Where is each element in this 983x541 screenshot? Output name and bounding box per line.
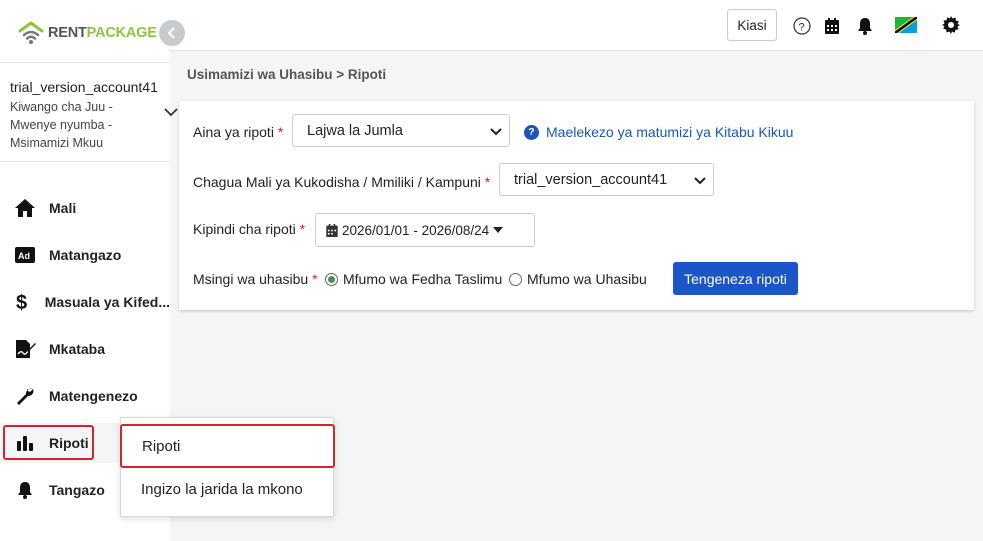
settings-gear-icon[interactable] bbox=[942, 16, 960, 34]
basis-label: Msingi wa uhasibu * bbox=[193, 271, 318, 287]
account-name: trial_version_account41 bbox=[10, 79, 158, 95]
sidebar-item-label: Mkataba bbox=[49, 341, 106, 357]
sidebar-item-label: Masuala ya Kifed... bbox=[44, 294, 170, 310]
sidebar-item-label: Tangazo bbox=[49, 482, 105, 498]
dollar-icon: $ bbox=[14, 291, 32, 313]
radio-selected-icon bbox=[325, 272, 338, 286]
sidebar-item-matengenezo[interactable]: Matengenezo bbox=[0, 376, 170, 416]
sidebar-item-matangazo[interactable]: Ad Matangazo bbox=[0, 235, 170, 275]
svg-text:Ad: Ad bbox=[18, 251, 30, 261]
basis-cash-radio[interactable]: Mfumo wa Fedha Taslimu bbox=[325, 271, 502, 287]
sidebar-item-masuala-ya-kifedha[interactable]: $ Masuala ya Kifed... bbox=[0, 282, 170, 322]
submenu-item-ripoti[interactable]: Ripoti bbox=[120, 424, 335, 468]
sidebar-item-label: Mali bbox=[49, 200, 77, 216]
notification-bell-icon[interactable] bbox=[856, 17, 874, 35]
breadcrumb: Usimamizi wa Uhasibu > Ripoti bbox=[187, 67, 387, 82]
report-form-card: Aina ya ripoti * Lajwa la Jumla ? Maelek… bbox=[179, 101, 974, 310]
contract-icon bbox=[14, 338, 36, 360]
chevron-left-icon bbox=[167, 27, 175, 39]
wifi-house-icon bbox=[18, 21, 44, 44]
calendar-icon[interactable] bbox=[823, 17, 841, 35]
chevron-down-icon bbox=[694, 177, 706, 185]
home-icon bbox=[14, 197, 36, 219]
generate-report-button[interactable]: Tengeneza ripoti bbox=[673, 262, 798, 295]
sidebar-item-mali[interactable]: Mali bbox=[0, 188, 170, 228]
question-circle-icon: ? bbox=[524, 124, 539, 140]
help-link[interactable]: ? Maelekezo ya matumizi ya Kitabu Kikuu bbox=[524, 124, 793, 140]
sidebar-item-label: Matangazo bbox=[49, 247, 122, 263]
bell-icon bbox=[14, 479, 36, 501]
ripoti-submenu: Ripoti Ingizo la jarida la mkono bbox=[120, 417, 335, 517]
submenu-item-manual-journal[interactable]: Ingizo la jarida la mkono bbox=[121, 468, 335, 510]
radio-unselected-icon bbox=[509, 272, 522, 286]
svg-text:?: ? bbox=[799, 22, 805, 34]
chevron-down-icon bbox=[490, 128, 502, 136]
kiasi-button[interactable]: Kiasi bbox=[727, 9, 777, 41]
top-bar: Kiasi ? bbox=[170, 0, 983, 51]
logo-rent: RENT bbox=[48, 25, 87, 41]
caret-down-icon bbox=[493, 227, 504, 233]
date-range-picker[interactable]: 2026/01/01 - 2026/08/24 bbox=[315, 213, 535, 247]
chevron-down-icon[interactable] bbox=[164, 107, 178, 117]
report-type-select[interactable]: Lajwa la Jumla bbox=[292, 114, 510, 147]
sidebar-item-mkataba[interactable]: Mkataba bbox=[0, 329, 170, 369]
svg-text:$: $ bbox=[16, 292, 27, 313]
help-icon[interactable]: ? bbox=[793, 17, 811, 35]
active-item-highlight bbox=[3, 425, 94, 460]
period-label: Kipindi cha ripoti * bbox=[193, 221, 306, 237]
basis-accrual-radio[interactable]: Mfumo wa Uhasibu bbox=[509, 271, 647, 287]
wrench-icon bbox=[14, 385, 36, 407]
rentpackage-logo[interactable]: RENTPACKAGE bbox=[18, 18, 157, 48]
report-type-label: Aina ya ripoti * bbox=[193, 124, 284, 140]
ad-icon: Ad bbox=[14, 244, 36, 266]
account-role: Kiwango cha Juu - Mwenye nyumba - Msimam… bbox=[10, 100, 113, 150]
property-select[interactable]: trial_version_account41 bbox=[499, 163, 714, 196]
sidebar-item-label: Matengenezo bbox=[49, 388, 138, 404]
logo-package: PACKAGE bbox=[86, 25, 157, 41]
calendar-icon bbox=[326, 223, 338, 237]
tanzania-flag-icon[interactable] bbox=[895, 15, 917, 35]
collapse-sidebar-button[interactable] bbox=[159, 20, 185, 46]
account-switcher[interactable]: trial_version_account41 Kiwango cha Juu … bbox=[0, 62, 178, 162]
property-label: Chagua Mali ya Kukodisha / Mmiliki / Kam… bbox=[193, 174, 491, 190]
